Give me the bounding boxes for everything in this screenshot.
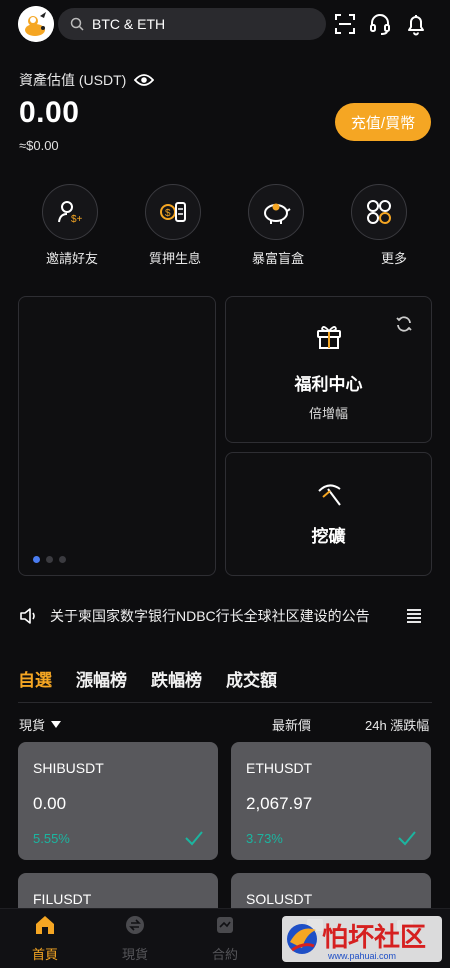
welfare-center-card[interactable]: 福利中心 倍增幅 <box>225 296 432 443</box>
deposit-buy-button[interactable]: 充值/買幣 <box>335 103 431 141</box>
pickaxe-icon <box>317 484 341 506</box>
bell-icon[interactable] <box>404 12 428 36</box>
tab-favorites[interactable]: 自選 <box>18 666 52 691</box>
market-card[interactable]: FILUSDT <box>18 873 218 908</box>
welfare-title: 福利中心 <box>294 375 363 394</box>
avatar[interactable] <box>18 6 54 42</box>
more-grid-icon <box>367 200 391 224</box>
watermark-url: www.pahuai.com <box>327 951 396 961</box>
search-input[interactable] <box>92 16 292 32</box>
nav-contract[interactable]: 合約 <box>195 915 255 963</box>
carousel-dot[interactable] <box>46 556 53 563</box>
market-change: 5.55% <box>33 831 70 846</box>
market-tabs: 自選 漲幅榜 跌幅榜 成交額 <box>18 666 301 691</box>
carousel-dots <box>33 556 66 563</box>
astronaut-avatar-icon <box>18 6 54 42</box>
list-menu-icon[interactable] <box>406 608 422 624</box>
quick-action-label: 更多 <box>380 251 407 266</box>
mining-title: 挖礦 <box>311 527 346 546</box>
watermark-text: 怕坏社区 <box>322 922 426 953</box>
quick-action-blindbox[interactable]: 暴富盲盒 <box>248 184 304 268</box>
nav-home[interactable]: 首頁 <box>15 915 75 963</box>
nav-label: 首頁 <box>31 947 58 962</box>
quick-action-label: 質押生息 <box>148 251 201 266</box>
banner-carousel[interactable] <box>18 296 216 576</box>
nav-spot[interactable]: 現貨 <box>105 915 165 963</box>
market-card[interactable]: ETHUSDT 2,067.97 3.73% <box>231 742 431 860</box>
invite-user-icon: $+ <box>58 201 83 225</box>
scan-icon[interactable] <box>333 12 357 36</box>
staking-coin-icon: $ <box>160 202 186 222</box>
svg-text:$+: $+ <box>71 214 83 225</box>
nav-label: 現貨 <box>121 947 148 962</box>
carousel-dot[interactable] <box>33 556 40 563</box>
carousel-dot[interactable] <box>59 556 66 563</box>
quick-action-invite[interactable]: $+ 邀請好友 <box>42 184 98 268</box>
svg-text:$: $ <box>165 208 171 219</box>
quick-action-circle <box>351 184 407 240</box>
change-column-header[interactable]: 24h 漲跌幅 <box>365 715 429 734</box>
tab-gainers[interactable]: 漲幅榜 <box>76 666 127 691</box>
market-symbol: FILUSDT <box>33 891 92 907</box>
market-type-label: 現貨 <box>19 718 46 733</box>
search-bar[interactable] <box>58 8 326 40</box>
piggy-bank-icon <box>264 203 291 224</box>
search-icon <box>70 17 84 31</box>
quick-action-label: 暴富盲盒 <box>251 251 304 266</box>
watermark-logo: 怕坏社区 www.pahuai.com <box>276 912 446 966</box>
market-symbol: SHIBUSDT <box>33 760 104 776</box>
quick-action-circle <box>248 184 304 240</box>
quick-action-circle: $ <box>145 184 201 240</box>
top-bar <box>0 0 450 50</box>
price-column-header[interactable]: 最新價 <box>272 715 311 734</box>
quick-action-label: 邀請好友 <box>45 251 98 266</box>
gift-icon <box>316 326 341 349</box>
quick-action-more[interactable]: 更多 <box>351 184 407 268</box>
market-type-select[interactable]: 現貨 <box>19 715 62 734</box>
quick-action-circle: $+ <box>42 184 98 240</box>
market-price: 0.00 <box>33 794 67 813</box>
tabs-divider <box>18 702 432 703</box>
market-symbol: SOLUSDT <box>246 891 313 907</box>
mining-card[interactable]: 挖礦 <box>225 452 432 576</box>
eye-icon[interactable] <box>134 73 155 87</box>
quick-action-staking[interactable]: $ 質押生息 <box>145 184 201 268</box>
tab-volume[interactable]: 成交額 <box>226 666 277 691</box>
refresh-icon[interactable] <box>395 315 413 333</box>
contract-icon <box>217 917 233 933</box>
announcement-bar[interactable]: 关于柬国家数字银行NDBC行长全球社区建设的公告 <box>18 600 432 632</box>
check-icon <box>398 831 416 846</box>
welfare-subtitle: 倍增幅 <box>308 406 348 421</box>
balance-fiat: ≈$0.00 <box>19 138 59 153</box>
check-icon <box>185 831 203 846</box>
market-change: 3.73% <box>246 831 283 846</box>
home-icon <box>36 916 54 934</box>
caret-down-icon <box>51 720 62 728</box>
tab-losers[interactable]: 跌幅榜 <box>151 666 202 691</box>
spot-exchange-icon <box>126 916 144 934</box>
balance-label-row: 資產估值 (USDT) <box>19 70 155 90</box>
nav-label: 合約 <box>211 947 238 962</box>
balance-label: 資產估值 (USDT) <box>19 72 127 88</box>
market-symbol: ETHUSDT <box>246 760 313 776</box>
balance-value: 0.00 <box>19 96 80 129</box>
market-card[interactable]: SHIBUSDT 0.00 5.55% <box>18 742 218 860</box>
market-price: 2,067.97 <box>246 794 313 813</box>
headset-icon[interactable] <box>368 12 392 36</box>
speaker-icon <box>20 608 35 624</box>
market-card[interactable]: SOLUSDT <box>231 873 431 908</box>
announcement-text[interactable]: 关于柬国家数字银行NDBC行长全球社区建设的公告 <box>50 606 370 626</box>
pahuai-logo-icon: 怕坏社区 www.pahuai.com <box>282 916 442 962</box>
